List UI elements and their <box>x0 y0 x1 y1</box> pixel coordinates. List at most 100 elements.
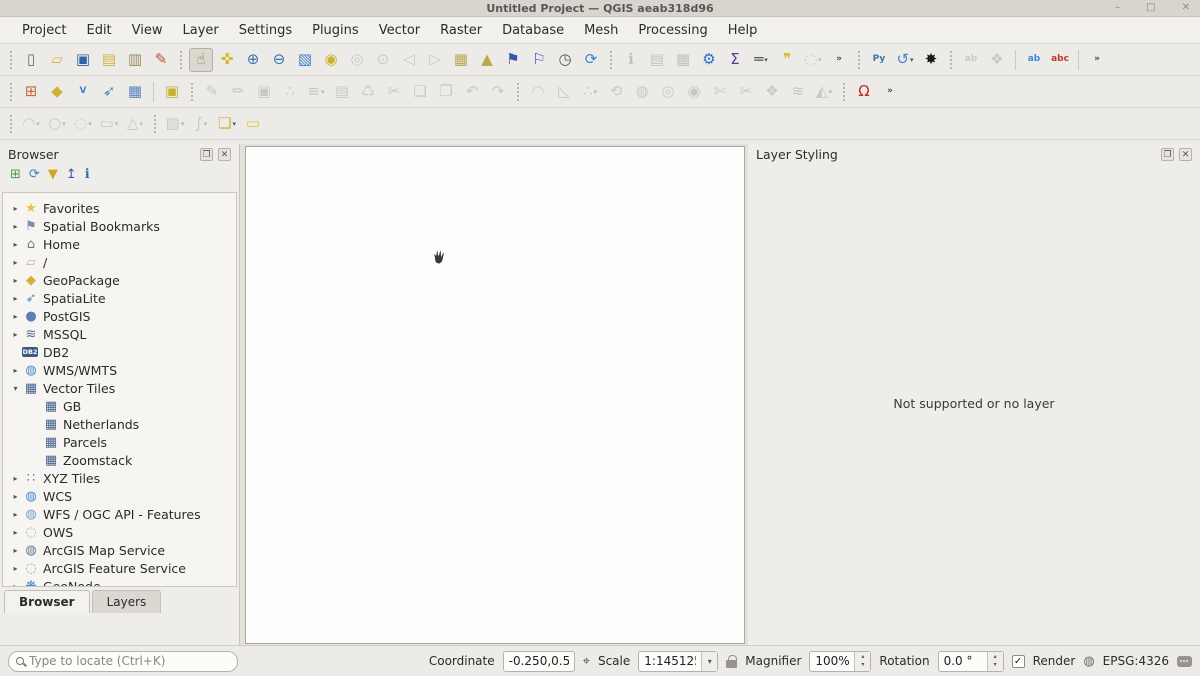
coordinate-tracking-icon[interactable]: ⌖ <box>583 654 590 669</box>
collapse-arrow-icon[interactable]: ▸ <box>9 222 22 231</box>
styling-float-button[interactable]: ❐ <box>1161 148 1174 161</box>
browser-item-[interactable]: ▸▱/ <box>3 253 236 271</box>
toolbar-drag-handle[interactable] <box>8 51 14 69</box>
magnifier-input[interactable] <box>810 654 854 668</box>
python-console[interactable]: Py <box>867 48 891 72</box>
browser-item-db2[interactable]: DB2DB2 <box>3 343 236 361</box>
browser-item-xyz-tiles[interactable]: ▸∷XYZ Tiles <box>3 469 236 487</box>
magnifier-spinbox[interactable]: ▴▾ <box>809 651 871 672</box>
scale-combo[interactable]: ▾ <box>638 651 718 672</box>
locate-input[interactable] <box>29 654 230 668</box>
measure[interactable]: ═▾ <box>749 48 773 72</box>
collapse-arrow-icon[interactable]: ▸ <box>9 546 22 555</box>
new-print-layout[interactable]: ▤ <box>97 48 121 72</box>
collapse-arrow-icon[interactable]: ▸ <box>9 528 22 537</box>
style-manager[interactable]: ✎ <box>149 48 173 72</box>
toolbar-drag-handle[interactable] <box>608 51 614 69</box>
digitize-circular-string-dropdown-icon[interactable]: ▾ <box>36 120 40 128</box>
menu-view[interactable]: View <box>122 20 173 41</box>
toolbar-drag-handle[interactable] <box>515 83 521 101</box>
highlight-labels[interactable]: abc <box>1048 48 1072 72</box>
menu-layer[interactable]: Layer <box>173 20 229 41</box>
zoom-in[interactable]: ⊕ <box>241 48 265 72</box>
plugin-arrow[interactable]: ↺▾ <box>893 48 917 72</box>
collapse-arrow-icon[interactable]: ▸ <box>9 474 22 483</box>
browser-item-home[interactable]: ▸⌂Home <box>3 235 236 253</box>
toolbar-drag-handle[interactable] <box>189 83 195 101</box>
menu-project[interactable]: Project <box>12 20 76 41</box>
minimize-button[interactable]: – <box>1115 1 1120 15</box>
maximize-button[interactable]: □ <box>1146 1 1155 15</box>
collapse-arrow-icon[interactable]: ▸ <box>9 582 22 588</box>
expand-arrow-icon[interactable]: ▾ <box>9 384 22 393</box>
browser-item-parcels[interactable]: ▦Parcels <box>3 433 236 451</box>
browser-item-arcgis-map-service[interactable]: ▸◍ArcGIS Map Service <box>3 541 236 559</box>
scale-input[interactable] <box>639 654 701 668</box>
scale-dropdown-icon[interactable]: ▾ <box>701 652 717 671</box>
browser-item-gb[interactable]: ▦GB <box>3 397 236 415</box>
pin-labels[interactable]: ab <box>1022 48 1046 72</box>
new-temporary-scratch-layer[interactable]: ▣ <box>160 80 184 104</box>
zoom-to-selection[interactable]: ◉ <box>319 48 343 72</box>
filter-browser[interactable]: ▼ <box>48 167 58 182</box>
browser-item-vector-tiles[interactable]: ▾▦Vector Tiles <box>3 379 236 397</box>
crs-status[interactable]: EPSG:4326 <box>1103 654 1169 668</box>
toolbar-drag-handle[interactable] <box>948 51 954 69</box>
collapse-arrow-icon[interactable]: ▸ <box>9 276 22 285</box>
browser-item-mssql[interactable]: ▸≋MSSQL <box>3 325 236 343</box>
snapping-options[interactable]: Ω <box>852 80 876 104</box>
collapse-arrow-icon[interactable]: ▸ <box>9 564 22 573</box>
layers-overlap-tool-dropdown-icon[interactable]: ▾ <box>232 120 236 128</box>
plugin-bug[interactable]: ✸ <box>919 48 943 72</box>
digitize-ellipse-dropdown-icon[interactable]: ▾ <box>88 120 92 128</box>
coordinate-input[interactable] <box>503 651 575 672</box>
map-canvas[interactable] <box>245 146 745 644</box>
zoom-full[interactable]: ▧ <box>293 48 317 72</box>
browser-properties[interactable]: ℹ <box>85 167 90 182</box>
browser-item-ows[interactable]: ▸◌OWS <box>3 523 236 541</box>
browser-close-button[interactable]: ✕ <box>218 148 231 161</box>
collapse-arrow-icon[interactable]: ▸ <box>9 492 22 501</box>
rotation-input[interactable] <box>939 654 987 668</box>
menu-vector[interactable]: Vector <box>369 20 430 41</box>
browser-item-wms-wmts[interactable]: ▸◍WMS/WMTS <box>3 361 236 379</box>
menu-database[interactable]: Database <box>492 20 574 41</box>
toolbar-drag-handle[interactable] <box>841 83 847 101</box>
menu-settings[interactable]: Settings <box>229 20 302 41</box>
toolbar-drag-handle[interactable] <box>152 115 158 133</box>
browser-float-button[interactable]: ❐ <box>200 148 213 161</box>
new-geopackage-layer[interactable]: ◆ <box>45 80 69 104</box>
measure-dropdown-icon[interactable]: ▾ <box>764 56 768 64</box>
render-checkbox[interactable]: ✓ <box>1012 655 1025 668</box>
add-selected-layers[interactable]: ⊞ <box>10 167 21 182</box>
browser-item-arcgis-feature-service[interactable]: ▸◌ArcGIS Feature Service <box>3 559 236 577</box>
menu-mesh[interactable]: Mesh <box>574 20 628 41</box>
collapse-arrow-icon[interactable]: ▸ <box>9 366 22 375</box>
toolbar-drag-handle[interactable] <box>8 83 14 101</box>
field-calculator-dropdown-icon[interactable]: ▾ <box>321 88 325 96</box>
new-spatial-bookmark[interactable]: ⚑ <box>501 48 525 72</box>
toolbar-overflow-1[interactable]: » <box>827 48 851 72</box>
deselect-features-dropdown-icon[interactable]: ▾ <box>204 120 208 128</box>
browser-item-wfs-ogc-api-features[interactable]: ▸◍WFS / OGC API - Features <box>3 505 236 523</box>
new-3d-map-view[interactable]: ▲ <box>475 48 499 72</box>
menu-plugins[interactable]: Plugins <box>302 20 369 41</box>
new-shapefile-layer[interactable]: V <box>71 80 95 104</box>
browser-item-netherlands[interactable]: ▦Netherlands <box>3 415 236 433</box>
zoom-out[interactable]: ⊖ <box>267 48 291 72</box>
collapse-arrow-icon[interactable]: ▸ <box>9 294 22 303</box>
digitize-circle-dropdown-icon[interactable]: ▾ <box>62 120 66 128</box>
browser-item-favorites[interactable]: ▸★Favorites <box>3 199 236 217</box>
menu-edit[interactable]: Edit <box>76 20 121 41</box>
browser-item-geopackage[interactable]: ▸◆GeoPackage <box>3 271 236 289</box>
annotation-layer-tool[interactable]: ▭ <box>241 112 265 136</box>
digitize-rectangle-dropdown-icon[interactable]: ▾ <box>115 120 119 128</box>
styling-close-button[interactable]: ✕ <box>1179 148 1192 161</box>
menu-help[interactable]: Help <box>718 20 768 41</box>
collapse-arrow-icon[interactable]: ▸ <box>9 312 22 321</box>
new-project[interactable]: ▯ <box>19 48 43 72</box>
scale-lock-icon[interactable] <box>726 660 737 668</box>
browser-item-zoomstack[interactable]: ▦Zoomstack <box>3 451 236 469</box>
locate-bar[interactable] <box>8 651 238 672</box>
new-spatialite-layer[interactable]: ➶ <box>97 80 121 104</box>
